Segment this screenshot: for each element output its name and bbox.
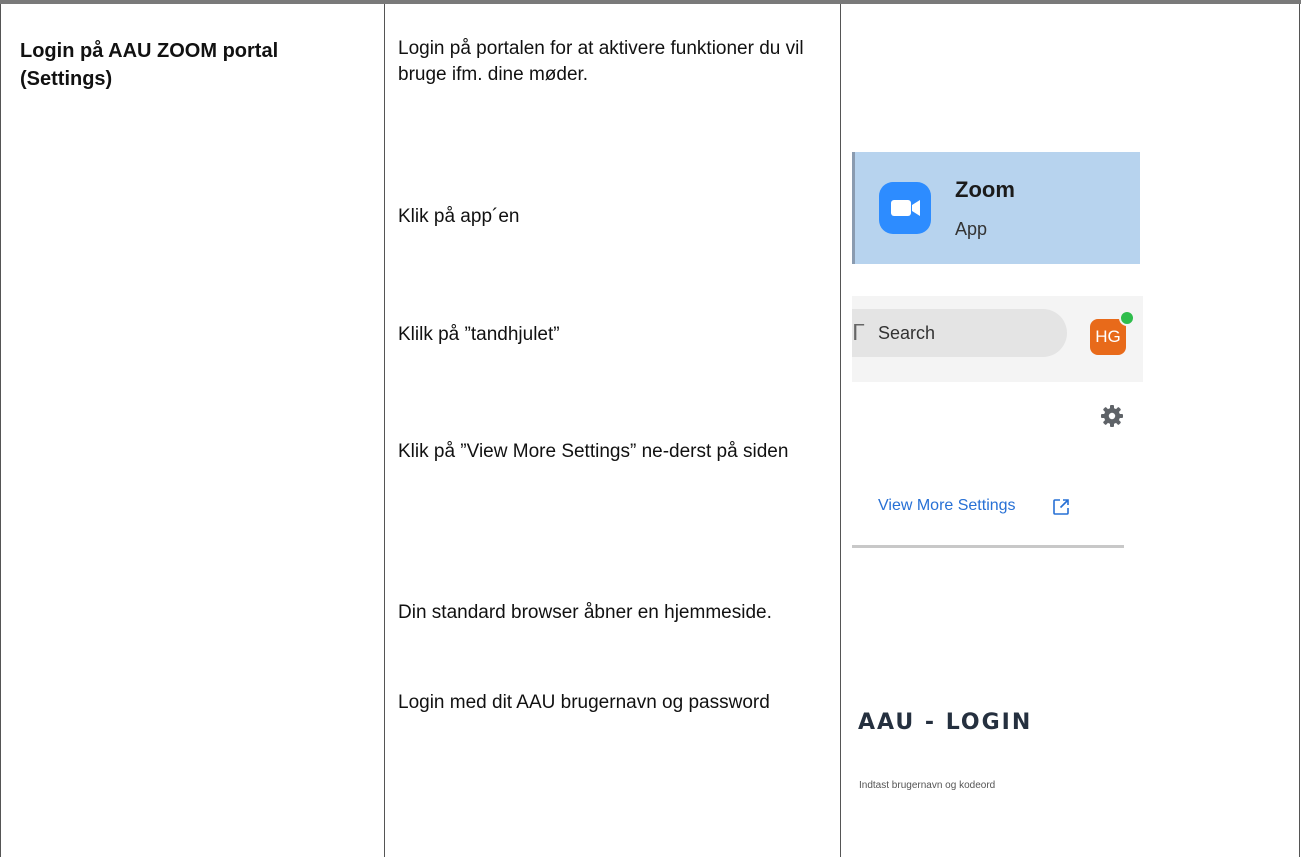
gear-icon[interactable] [1100,404,1124,428]
aau-login-heading: AAU - LOGIN [858,710,1033,735]
zoom-app-name: Zoom [955,177,1015,202]
step-click-gear: Klilk på ”tandhjulet” [398,324,560,345]
zoom-app-tile[interactable]: Zoom App [852,152,1140,264]
step-click-app: Klik på app´en [398,206,520,227]
column-divider-2 [840,4,841,857]
search-placeholder: Search [878,323,936,343]
external-link-icon [1053,499,1069,515]
table-top-border [0,0,1301,4]
table-left-border [0,4,1,857]
tile-accent-bar [852,152,855,264]
column-divider-1 [384,4,385,857]
table-right-border [1299,4,1300,857]
search-icon: ᒥ [852,320,865,345]
online-status-dot [1119,310,1135,326]
zoom-camera-icon [879,182,931,234]
aau-login-hint: Indtast brugernavn og kodeord [859,780,996,791]
avatar[interactable]: HG [1090,319,1126,355]
step-browser-opens: Din standard browser åbner en hjemmeside… [398,602,772,623]
zoom-app-subtitle: App [955,219,988,239]
intro-text: Login på portalen for at aktivere funkti… [398,38,804,85]
section-title: Login på AAU ZOOM portal (Settings) [20,40,279,90]
view-more-settings-link[interactable]: View More Settings [878,497,1016,515]
search-toolbar: ᒥ Search HG [852,296,1143,382]
settings-divider [852,545,1124,548]
step-login: Login med dit AAU brugernavn og password [398,692,770,713]
step-view-more-settings: Klik på ”View More Settings” ne-derst på… [398,441,789,462]
